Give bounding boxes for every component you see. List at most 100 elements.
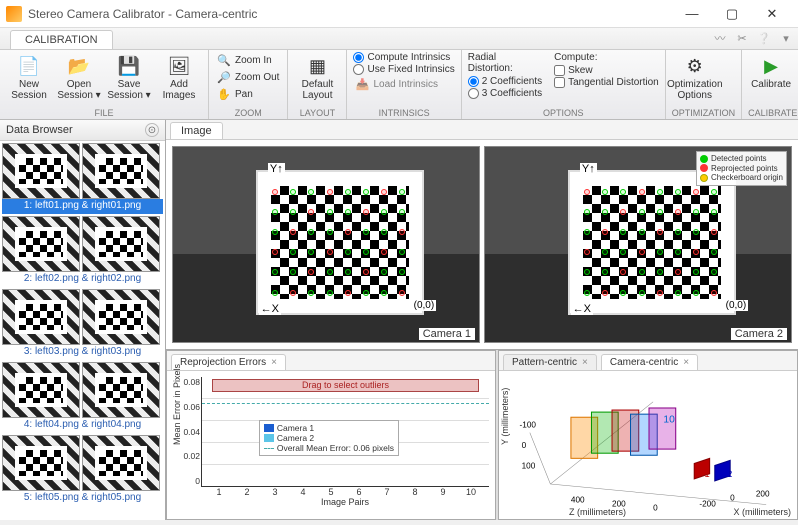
zoom-out-icon: 🔎 [217, 70, 231, 84]
tab-reprojection-errors[interactable]: Reprojection Errors× [171, 354, 286, 370]
group-zoom-label: ZOOM [215, 107, 281, 119]
extrinsics-3d-view[interactable]: -100 0 100 400 200 0 -200 0 200 [499, 371, 797, 519]
bottom-panels: Reprojection Errors× Mean Error in Pixel… [166, 350, 798, 520]
axis-x-label: ←X [571, 303, 593, 315]
open-session-button[interactable]: 📂Open Session ▾ [56, 52, 102, 103]
zoom-in-button[interactable]: 🔍Zoom In [215, 52, 281, 68]
help-cut-icon[interactable]: ✂ [734, 30, 750, 46]
group-calibrate: ▶Calibrate CALIBRATE [742, 50, 798, 119]
svg-text:400: 400 [571, 496, 585, 505]
brand-icon: 〰 [712, 30, 728, 46]
tab-pattern-centric[interactable]: Pattern-centric× [503, 354, 597, 370]
thumb-left [2, 216, 80, 272]
radio-compute-intrinsics[interactable]: Compute Intrinsics [353, 52, 454, 63]
minimize-button[interactable]: — [672, 0, 712, 28]
image-pair-item[interactable]: 3: left03.png & right03.png [0, 287, 165, 360]
axis-y-label: Y↑ [580, 163, 597, 175]
svg-text:0: 0 [653, 504, 658, 513]
save-icon: 💾 [117, 54, 141, 78]
tab-camera-centric[interactable]: Camera-centric× [601, 354, 698, 370]
group-intrinsics: Compute Intrinsics Use Fixed Intrinsics … [347, 50, 461, 119]
close-tab-icon[interactable]: × [271, 357, 277, 368]
collapse-icon[interactable]: ⊙ [145, 123, 159, 137]
load-intrinsics-button[interactable]: 📥Load Intrinsics [353, 76, 454, 92]
thumb-right [82, 289, 160, 345]
app-icon [6, 6, 22, 22]
tab-image[interactable]: Image [170, 122, 223, 139]
reprojection-chart[interactable]: Mean Error in Pixels 0.080.060.040.020 D… [167, 371, 495, 519]
data-browser: Data Browser ⊙ 1: left01.png & right01.p… [0, 120, 166, 520]
svg-text:200: 200 [756, 489, 770, 498]
compute-header: Compute: [554, 52, 659, 63]
ribbon-opts-icon[interactable]: ▾ [778, 30, 794, 46]
image-pair-item[interactable]: 4: left04.png & right04.png [0, 360, 165, 433]
thumb-left [2, 289, 80, 345]
radial-header: Radial Distortion: [468, 52, 542, 74]
chart-xlabel: Image Pairs [201, 497, 489, 507]
add-images-icon: 🖼 [167, 54, 191, 78]
y-axis-label: Y (millimeters) [500, 388, 510, 445]
extrinsics-panel: Pattern-centric× Camera-centric× -100 0 … [498, 350, 798, 520]
radio-use-fixed-intrinsics[interactable]: Use Fixed Intrinsics [353, 64, 454, 75]
tab-calibration[interactable]: CALIBRATION [10, 30, 113, 49]
save-session-button[interactable]: 💾Save Session ▾ [106, 52, 152, 103]
group-optimization: ⚙Optimization Options OPTIMIZATION [666, 50, 742, 119]
help-icon[interactable]: ❔ [756, 30, 772, 46]
thumb-right [82, 143, 160, 199]
origin-label: (0,0) [724, 300, 749, 311]
data-browser-title: Data Browser [6, 124, 73, 136]
check-tangential[interactable]: Tangential Distortion [554, 77, 659, 88]
radio-3-coeff[interactable]: 3 Coefficients [468, 88, 542, 99]
zoom-out-button[interactable]: 🔎Zoom Out [215, 69, 281, 85]
camera1-view[interactable]: Y↑ ←X (0,0) Camera 1 [172, 146, 480, 343]
camera2-view[interactable]: Y↑ ←X (0,0) Camera 2 Detected points Rep… [484, 146, 792, 343]
group-file: 📄New Session 📂Open Session ▾ 💾Save Sessi… [0, 50, 209, 119]
svg-text:-100: -100 [520, 421, 537, 430]
ribbon-tabrow: CALIBRATION 〰 ✂ ❔ ▾ [0, 28, 798, 50]
close-tab-icon[interactable]: × [582, 357, 588, 368]
group-layout-label: LAYOUT [294, 107, 340, 119]
thumbnail-list[interactable]: 1: left01.png & right01.png2: left02.png… [0, 141, 165, 520]
thumb-left [2, 362, 80, 418]
group-calibrate-label: CALIBRATE [748, 107, 797, 119]
image-pair-item[interactable]: 2: left02.png & right02.png [0, 214, 165, 287]
z-axis-label: Z (millimeters) [569, 507, 626, 517]
pan-icon: ✋ [217, 87, 231, 101]
add-images-button[interactable]: 🖼Add Images [156, 52, 202, 103]
thumb-left [2, 435, 80, 491]
check-skew[interactable]: Skew [554, 65, 659, 76]
image-pair-item[interactable]: 1: left01.png & right01.png [0, 141, 165, 214]
toolstrip: 📄New Session 📂Open Session ▾ 💾Save Sessi… [0, 50, 798, 120]
image-pair-item[interactable]: 5: left05.png & right05.png [0, 433, 165, 506]
reprojection-panel: Reprojection Errors× Mean Error in Pixel… [166, 350, 496, 520]
thumb-left [2, 143, 80, 199]
svg-text:2: 2 [727, 469, 732, 479]
zoom-in-icon: 🔍 [217, 53, 231, 67]
group-options-label: OPTIONS [468, 107, 659, 119]
group-zoom: 🔍Zoom In 🔎Zoom Out ✋Pan ZOOM [209, 50, 288, 119]
svg-text:0: 0 [730, 493, 735, 502]
main: Data Browser ⊙ 1: left01.png & right01.p… [0, 120, 798, 520]
workarea: Image Y↑ ←X (0,0) Camera 1 Y↑ ←X (0,0) C… [166, 120, 798, 520]
svg-text:0: 0 [522, 441, 527, 450]
svg-text:-200: -200 [699, 500, 716, 509]
window-title: Stereo Camera Calibrator - Camera-centri… [28, 7, 672, 21]
new-session-button[interactable]: 📄New Session [6, 52, 52, 103]
maximize-button[interactable]: ▢ [712, 0, 752, 28]
titlebar: Stereo Camera Calibrator - Camera-centri… [0, 0, 798, 28]
x-axis-label: X (millimeters) [734, 507, 792, 517]
pair-label: 3: left03.png & right03.png [2, 345, 163, 360]
new-icon: 📄 [17, 54, 41, 78]
default-layout-button[interactable]: ▦Default Layout [294, 52, 340, 103]
pair-label: 1: left01.png & right01.png [2, 199, 163, 214]
load-icon: 📥 [355, 77, 369, 91]
close-button[interactable]: ✕ [752, 0, 792, 28]
pan-button[interactable]: ✋Pan [215, 86, 281, 102]
pair-label: 4: left04.png & right04.png [2, 418, 163, 433]
thumb-right [82, 435, 160, 491]
calibrate-button[interactable]: ▶Calibrate [748, 52, 794, 93]
radio-2-coeff[interactable]: 2 Coefficients [468, 76, 542, 87]
optimization-options-button[interactable]: ⚙Optimization Options [672, 52, 718, 103]
svg-text:10: 10 [663, 414, 675, 425]
close-tab-icon[interactable]: × [683, 357, 689, 368]
